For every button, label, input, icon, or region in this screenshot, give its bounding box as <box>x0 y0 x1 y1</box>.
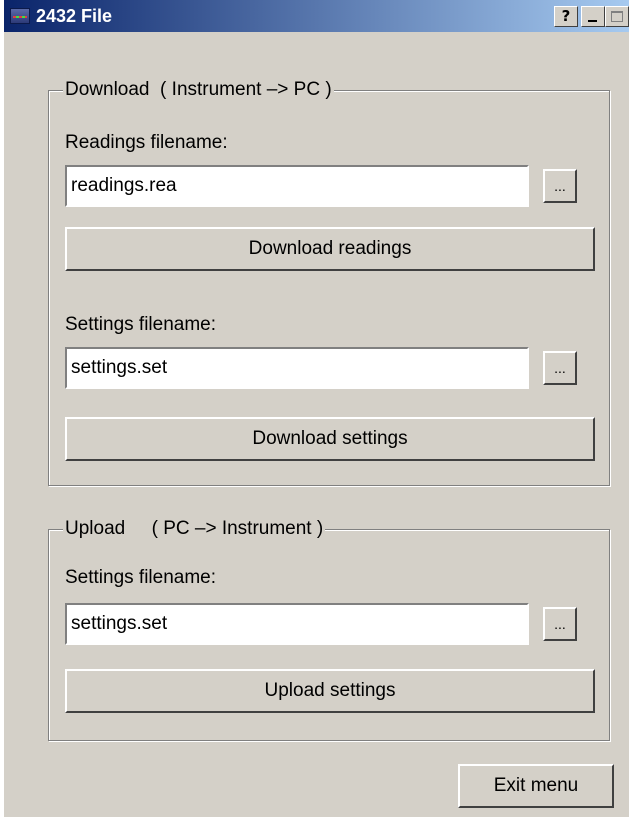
readings-filename-label: Readings filename: <box>65 132 228 153</box>
upload-settings-browse-button[interactable]: ... <box>543 607 577 641</box>
upload-settings-button[interactable]: Upload settings <box>65 669 595 713</box>
app-icon <box>10 8 30 24</box>
upload-settings-filename-label: Settings filename: <box>65 567 217 588</box>
settings-filename-input[interactable] <box>65 347 529 389</box>
upload-settings-filename-input[interactable] <box>65 603 529 645</box>
upload-group-legend: Upload ( PC –> Instrument ) <box>63 518 326 540</box>
settings-filename-label: Settings filename: <box>65 314 217 335</box>
title-bar[interactable]: 2432 File ? X <box>4 0 629 32</box>
download-group-legend: Download ( Instrument –> PC ) <box>63 79 334 101</box>
window-title: 2432 File <box>36 6 113 26</box>
download-settings-button[interactable]: Download settings <box>65 417 595 461</box>
download-group: Download ( Instrument –> PC ) Readings f… <box>48 79 610 486</box>
download-readings-button[interactable]: Download readings <box>65 227 595 271</box>
readings-filename-input[interactable] <box>65 165 529 207</box>
readings-browse-button[interactable]: ... <box>543 169 577 203</box>
file-dialog-window: 2432 File ? X Download ( Instrument –> P… <box>2 0 629 817</box>
minimize-button[interactable] <box>581 6 605 27</box>
exit-menu-button[interactable]: Exit menu <box>458 764 614 808</box>
settings-browse-button[interactable]: ... <box>543 351 577 385</box>
help-button[interactable]: ? <box>554 6 578 27</box>
upload-group: Upload ( PC –> Instrument ) Settings fil… <box>48 518 610 741</box>
maximize-button[interactable] <box>605 6 629 27</box>
